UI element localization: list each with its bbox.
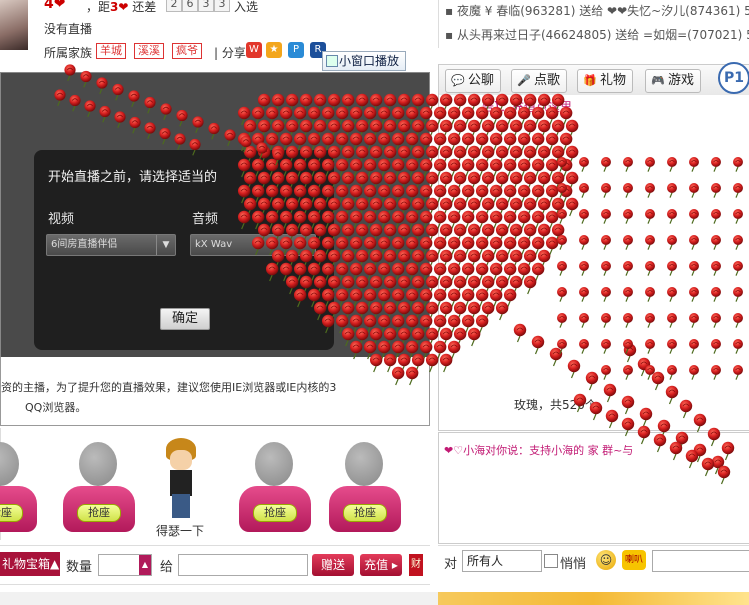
grab-seat-button[interactable]: 抢座 [343, 504, 387, 522]
family-label: 所属家族 [44, 46, 93, 60]
p1-badge-icon[interactable]: P1 [718, 62, 749, 94]
share-label: | 分享 [214, 46, 246, 60]
recipient-input[interactable] [178, 554, 308, 576]
video-source-label: 视频 [48, 212, 75, 227]
quantity-label: 数量 [66, 560, 93, 575]
tab-public-chat[interactable]: 💬 公聊 [445, 69, 502, 93]
empty-seat-avatar [255, 442, 293, 486]
microphone-icon: 🎤 [517, 74, 531, 87]
audio-source-label: 音频 [192, 212, 219, 227]
weibo-share-icon[interactable]: W [246, 42, 262, 58]
rank-digit: 3 [214, 0, 230, 12]
public-chat-panel[interactable] [438, 95, 749, 431]
rank-unit: 入选 [234, 0, 259, 14]
cartoon-seat-occupant[interactable] [156, 436, 208, 536]
emoji-icon[interactable]: ☺ [596, 550, 616, 570]
footer-strip [0, 592, 749, 605]
recipient-select[interactable]: 所有人 [462, 550, 542, 572]
quantity-input[interactable]: ▲ [98, 554, 152, 576]
message-input[interactable] [652, 550, 749, 572]
seat: 抢座 [0, 440, 37, 540]
start-live-dialog: 开始直播之前，请选择适当的 视频 音频 6间房直播伴侣 ▼ kX Wav 确定 [34, 150, 334, 350]
notice-line: QQ浏览器。 [25, 401, 87, 414]
gift-ticker-line: ▪ 夜魔 ¥ 春临(963281) 送给 ❤❤失忆~汐儿(874361) 520 [445, 4, 749, 18]
quantity-dropdown-icon[interactable]: ▲ [139, 555, 151, 575]
rank-digit: 2 [166, 0, 182, 12]
rank-digit: 6 [182, 0, 198, 12]
recipient-label: 给 [160, 560, 174, 575]
tab-song-request[interactable]: 🎤 点歌 [511, 69, 568, 93]
seat: 抢座 [63, 440, 135, 540]
streamer-profile-strip: 4❤ ，距3❤ 还差 2 6 3 3 入选 没有直播 所属家族 羊城 溪溪 疯爷… [0, 0, 430, 72]
mini-window-icon [326, 55, 338, 67]
tab-gifts[interactable]: 🎁 礼物 [577, 69, 634, 93]
qzone-share-icon[interactable]: ★ [266, 42, 282, 58]
video-source-select[interactable]: 6间房直播伴侣 ▼ [46, 234, 176, 256]
live-status: 没有直播 [44, 22, 93, 36]
private-message: ❤♡小海对你说：支持小海的 家 群~与 [444, 444, 634, 457]
gift-ticker-line: ▪ 从头再来过日子(46624805) 送给 =如烟=(707021) 520 [445, 28, 749, 42]
recharge-button[interactable]: 充值 ▸ [360, 554, 402, 576]
seat-row: 抢座 抢座 抢座 抢座 [0, 428, 431, 540]
empty-seat-avatar [345, 442, 383, 486]
gift-icon: 🎁 [583, 74, 597, 87]
fortune-button[interactable]: 财 [409, 554, 423, 576]
seat: 抢座 [329, 440, 401, 540]
empty-seat-avatar [0, 442, 19, 486]
family-tag[interactable]: 疯爷 [172, 43, 202, 59]
audio-source-select[interactable]: kX Wav [190, 234, 316, 256]
whisper-checkbox[interactable] [544, 554, 558, 568]
empty-seat-avatar [79, 442, 117, 486]
mini-window-play-button[interactable]: 小窗口播放 [322, 51, 407, 71]
family-tag[interactable]: 溪溪 [134, 43, 164, 59]
grab-seat-button[interactable]: 抢座 [253, 504, 297, 522]
announcement-link[interactable]: 告】：充值点这里 [482, 98, 572, 115]
distance-text: ，距3❤ 还差 [86, 0, 157, 14]
speech-bubble-icon: 💬 [451, 74, 465, 87]
dialog-title: 开始直播之前，请选择适当的 [48, 170, 218, 185]
hearts-count: 4❤ [44, 0, 66, 12]
browser-notice: 资的主播，为了提升您的直播效果，建议您使用IE浏览器或IE内核的3 QQ浏览器。 [0, 357, 430, 426]
to-label: 对 [444, 557, 458, 572]
rank-digit: 3 [198, 0, 214, 12]
chevron-down-icon: ▼ [156, 235, 175, 255]
pengyou-share-icon[interactable]: P [288, 42, 304, 58]
streamer-avatar[interactable] [0, 0, 28, 50]
gift-ticker: ▪ 夜魔 ¥ 春临(963281) 送给 ❤❤失忆~汐儿(874361) 520… [438, 0, 749, 48]
confirm-button[interactable]: 确定 [160, 308, 210, 330]
speaker-button[interactable]: 喇叭 [622, 550, 646, 570]
notice-line: 资的主播，为了提升您的直播效果，建议您使用IE浏览器或IE内核的3 [1, 381, 337, 394]
gift-message: 玫瑰，共520个 [514, 398, 597, 412]
grab-seat-button[interactable]: 抢座 [0, 504, 23, 522]
gift-box-tab[interactable]: 礼物宝箱▲ [0, 552, 60, 576]
chat-tabs: 💬 公聊 🎤 点歌 🎁 礼物 🎮 游戏 [438, 64, 749, 96]
family-tag[interactable]: 羊城 [96, 43, 126, 59]
grab-seat-button[interactable]: 抢座 [77, 504, 121, 522]
whisper-label: 悄悄 [560, 557, 587, 572]
send-gift-button[interactable]: 赠送 [312, 554, 354, 576]
gift-toolbar: 礼物宝箱▲ 数量 ▲ 给 赠送 充值 ▸ 财 [0, 545, 430, 585]
tab-games[interactable]: 🎮 游戏 [645, 69, 702, 93]
gamepad-icon: 🎮 [651, 74, 665, 87]
cartoon-seat-label: 得瑟一下 [156, 524, 205, 538]
seat: 抢座 [239, 440, 311, 540]
footer-banner [438, 592, 749, 605]
